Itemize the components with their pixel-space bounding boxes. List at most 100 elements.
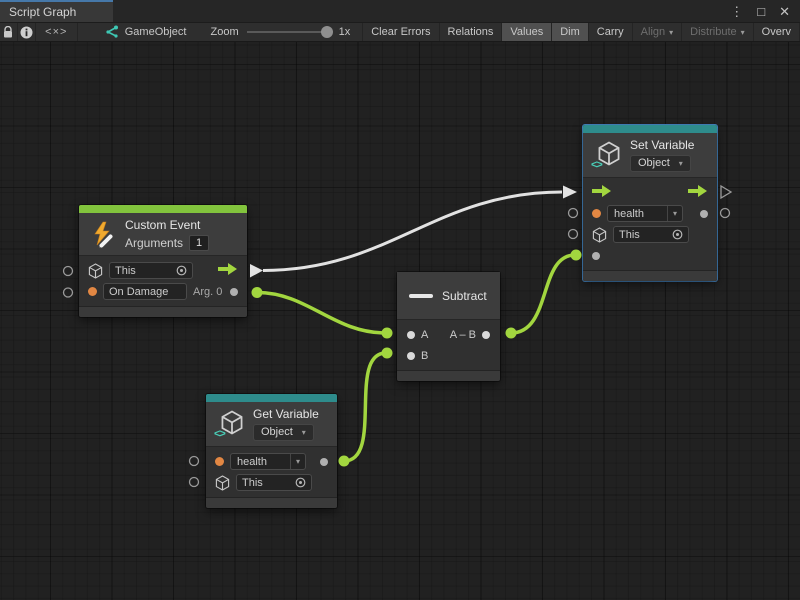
node-get-variable[interactable]: <> Get Variable Object ▾ health ▾: [206, 394, 337, 508]
wire-endpoint[interactable]: [252, 287, 263, 298]
target-field[interactable]: This: [613, 226, 689, 243]
input-a-port[interactable]: [407, 331, 415, 339]
inspect-button[interactable]: [18, 23, 36, 41]
external-port[interactable]: [569, 209, 578, 218]
input-b-label: B: [421, 350, 428, 362]
external-port[interactable]: [190, 478, 199, 487]
wire-arg-to-a[interactable]: [257, 293, 386, 334]
node-title: Get Variable: [253, 407, 319, 421]
relations-button[interactable]: Relations: [440, 23, 503, 41]
trigger-input-port[interactable]: [592, 185, 612, 200]
carry-button[interactable]: Carry: [589, 23, 633, 41]
object-picker-icon[interactable]: [295, 477, 306, 488]
custom-event-icon: [89, 221, 116, 248]
external-port[interactable]: [721, 209, 730, 218]
trigger-output-port[interactable]: [688, 185, 708, 200]
tab-script-graph[interactable]: Script Graph: [0, 0, 113, 22]
variable-cube-icon: <>: [216, 410, 244, 438]
distribute-button[interactable]: Distribute▾: [682, 23, 753, 41]
graph-toolbar: <×> GameObject Zoom 1x Clear Errors Rela…: [0, 22, 800, 42]
script-graph-window: Script Graph ⋮ □ ✕ <×>: [0, 0, 800, 600]
arg-label: Arg. 0: [193, 286, 222, 298]
object-picker-icon[interactable]: [672, 229, 683, 240]
wire-endpoint[interactable]: [506, 328, 517, 339]
variable-scope-dropdown[interactable]: Object ▾: [253, 424, 314, 441]
object-picker-icon[interactable]: [176, 265, 187, 276]
result-output-port[interactable]: [482, 331, 490, 339]
info-icon: [20, 26, 33, 39]
name-input-port[interactable]: [592, 209, 601, 218]
node-title: Custom Event: [125, 218, 209, 232]
external-port[interactable]: [64, 288, 73, 297]
node-footer: [397, 370, 500, 381]
arg-output-port[interactable]: [230, 288, 238, 296]
input-b-port[interactable]: [407, 352, 415, 360]
string-input-port[interactable]: [88, 287, 97, 296]
node-color-bar: [79, 205, 247, 213]
zoom-value: 1x: [339, 26, 351, 38]
subtract-icon: [409, 294, 433, 298]
event-name-field[interactable]: On Damage: [103, 283, 187, 300]
target-field[interactable]: This: [236, 474, 312, 491]
arguments-input[interactable]: 1: [189, 235, 209, 251]
node-color-bar: [583, 125, 717, 133]
input-a-label: A: [421, 329, 428, 341]
align-button[interactable]: Align▾: [633, 23, 682, 41]
wire-endpoint[interactable]: [382, 328, 393, 339]
node-custom-event[interactable]: Custom Event Arguments 1 This: [79, 205, 247, 317]
graph-target[interactable]: GameObject: [78, 23, 201, 41]
result-label: A – B: [450, 329, 476, 341]
value-input-port[interactable]: [700, 210, 708, 218]
target-field[interactable]: This: [109, 262, 193, 279]
code-icon: <×>: [45, 26, 67, 38]
chevron-down-icon[interactable]: ▾: [667, 206, 682, 221]
edit-graph-button[interactable]: <×>: [36, 23, 78, 41]
new-value-input-port[interactable]: [592, 252, 600, 260]
wire-endpoint[interactable]: [382, 348, 393, 359]
wire-endpoint[interactable]: [339, 456, 350, 467]
gameobject-cube-icon: [215, 475, 230, 491]
clear-errors-button[interactable]: Clear Errors: [363, 23, 439, 41]
wire-trigger[interactable]: [263, 192, 562, 271]
lock-icon: [2, 26, 14, 39]
variable-scope-dropdown[interactable]: Object ▾: [630, 155, 691, 172]
external-trigger-port[interactable]: [721, 186, 731, 198]
external-port[interactable]: [190, 457, 199, 466]
chevron-down-icon: ▾: [669, 28, 673, 37]
arguments-label: Arguments: [125, 236, 183, 250]
zoom-label: Zoom: [210, 26, 238, 38]
window-controls: ⋮ □ ✕: [730, 0, 800, 22]
maximize-icon[interactable]: □: [757, 5, 765, 18]
chevron-down-icon: ▾: [302, 428, 306, 437]
zoom-slider-handle[interactable]: [321, 26, 333, 38]
values-button[interactable]: Values: [502, 23, 552, 41]
lock-button[interactable]: [0, 23, 18, 41]
node-footer: [79, 306, 247, 317]
wire-getvar-to-b[interactable]: [344, 353, 386, 461]
wire-trigger-start-arrow[interactable]: [250, 264, 263, 278]
wire-endpoint[interactable]: [571, 250, 582, 261]
value-output-port[interactable]: [320, 458, 328, 466]
node-footer: [206, 497, 337, 508]
variable-name-dropdown[interactable]: health ▾: [607, 205, 683, 222]
zoom-slider[interactable]: [247, 31, 331, 33]
menu-icon[interactable]: ⋮: [730, 5, 743, 18]
variable-name-dropdown[interactable]: health ▾: [230, 453, 306, 470]
node-title: Subtract: [442, 289, 487, 303]
node-set-variable[interactable]: <> Set Variable Object ▾: [583, 125, 717, 281]
graph-target-icon: [104, 25, 119, 39]
wire-subtract-to-setvar[interactable]: [511, 255, 575, 333]
close-icon[interactable]: ✕: [779, 5, 790, 18]
chevron-down-icon: ▾: [741, 28, 745, 37]
name-input-port[interactable]: [215, 457, 224, 466]
graph-canvas[interactable]: Custom Event Arguments 1 This: [0, 42, 800, 600]
graph-target-label: GameObject: [125, 26, 187, 38]
overview-button[interactable]: Overv: [754, 23, 800, 41]
trigger-output-port[interactable]: [218, 263, 238, 278]
dim-button[interactable]: Dim: [552, 23, 589, 41]
node-subtract[interactable]: Subtract A A – B B: [397, 272, 500, 381]
external-port[interactable]: [64, 267, 73, 276]
external-port[interactable]: [569, 230, 578, 239]
chevron-down-icon[interactable]: ▾: [290, 454, 305, 469]
wire-trigger-end-arrow[interactable]: [563, 186, 577, 199]
